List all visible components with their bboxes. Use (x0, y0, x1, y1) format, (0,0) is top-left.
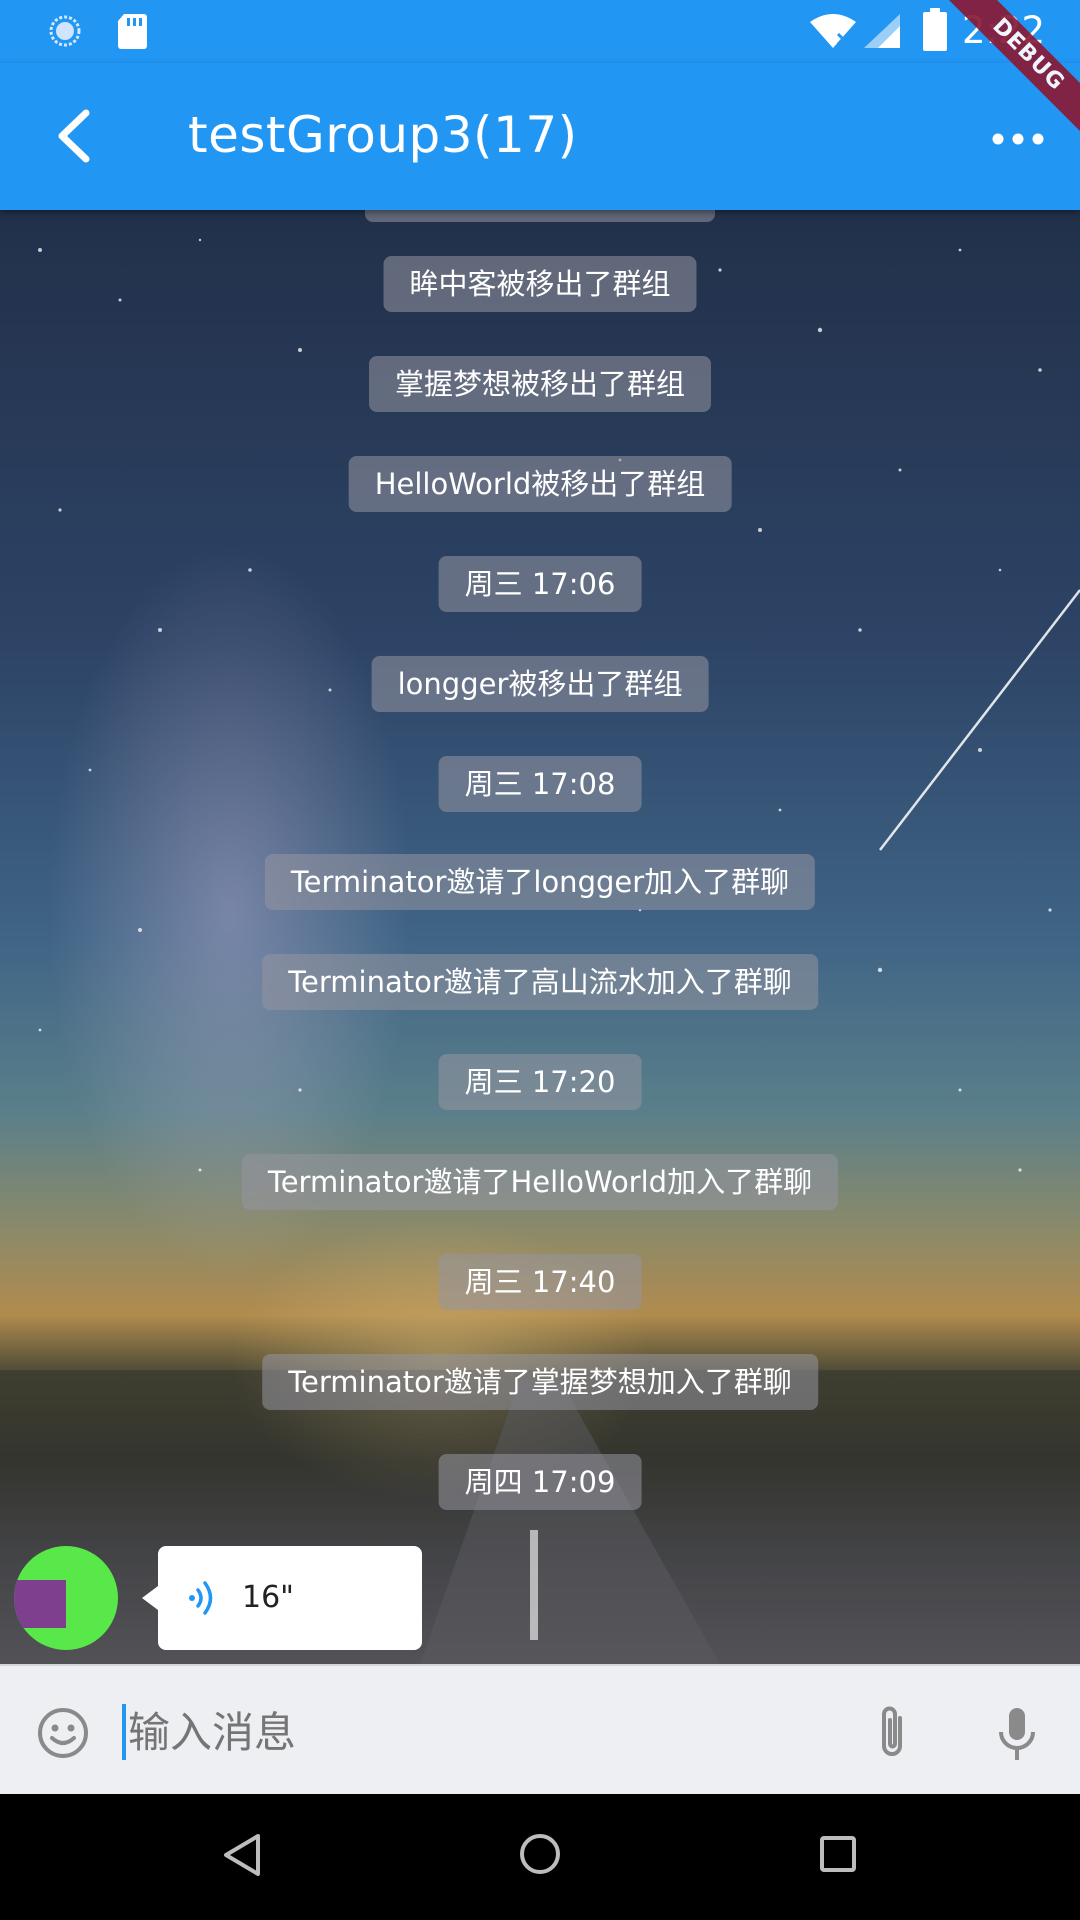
status-time: 2:22 (962, 9, 1046, 52)
background-image (0, 238, 1080, 1664)
signal-icon (864, 14, 900, 48)
emoji-icon[interactable] (36, 1706, 90, 1760)
system-message: HelloWorld被移出了群组 (348, 456, 732, 512)
page-title: testGroup3(17) (188, 106, 578, 164)
system-message: longger被移出了群组 (371, 656, 709, 712)
sync-icon (49, 15, 81, 47)
system-message: 眸中客被移出了群组 (383, 256, 697, 312)
voice-message-bubble[interactable]: 16" (142, 1546, 422, 1650)
system-message-partial (365, 210, 715, 222)
message-input[interactable] (122, 1696, 828, 1768)
system-message: Terminator邀请了掌握梦想加入了群聊 (262, 1354, 818, 1410)
microphone-icon[interactable] (996, 1706, 1038, 1762)
sd-card-icon (118, 14, 147, 49)
timestamp-label: 周三 17:08 (438, 756, 642, 812)
nav-home-icon[interactable] (518, 1832, 562, 1876)
wifi-icon (810, 14, 856, 48)
timestamp-label: 周四 17:09 (438, 1454, 642, 1510)
nav-recents-icon[interactable] (818, 1834, 858, 1874)
voice-duration: 16" (242, 1580, 294, 1615)
system-message: Terminator邀请了longger加入了群聊 (264, 854, 816, 910)
avatar[interactable] (14, 1546, 118, 1650)
voice-wave-icon (189, 1581, 213, 1615)
chat-area[interactable]: 眸中客被移出了群组 掌握梦想被移出了群组 HelloWorld被移出了群组 周三… (0, 210, 1080, 1664)
timestamp-label: 周三 17:06 (438, 556, 642, 612)
battery-icon (923, 8, 947, 51)
system-message: Terminator邀请了HelloWorld加入了群聊 (241, 1154, 839, 1210)
nav-back-icon[interactable] (222, 1832, 262, 1878)
system-message: Terminator邀请了高山流水加入了群聊 (262, 954, 818, 1010)
system-nav-bar (0, 1794, 1080, 1920)
status-bar: 2:22 (0, 0, 1080, 63)
input-bar (0, 1664, 1080, 1796)
system-message: 掌握梦想被移出了群组 (368, 356, 712, 412)
more-horizontal-icon[interactable] (990, 119, 1046, 159)
back-arrow-icon[interactable] (48, 101, 102, 171)
attachment-icon[interactable] (872, 1704, 912, 1762)
timestamp-label: 周三 17:40 (438, 1254, 642, 1310)
text-caret (122, 1704, 126, 1760)
app-bar: testGroup3(17) (0, 63, 1080, 210)
timestamp-label: 周三 17:20 (438, 1054, 642, 1110)
avatar-image (14, 1580, 66, 1628)
